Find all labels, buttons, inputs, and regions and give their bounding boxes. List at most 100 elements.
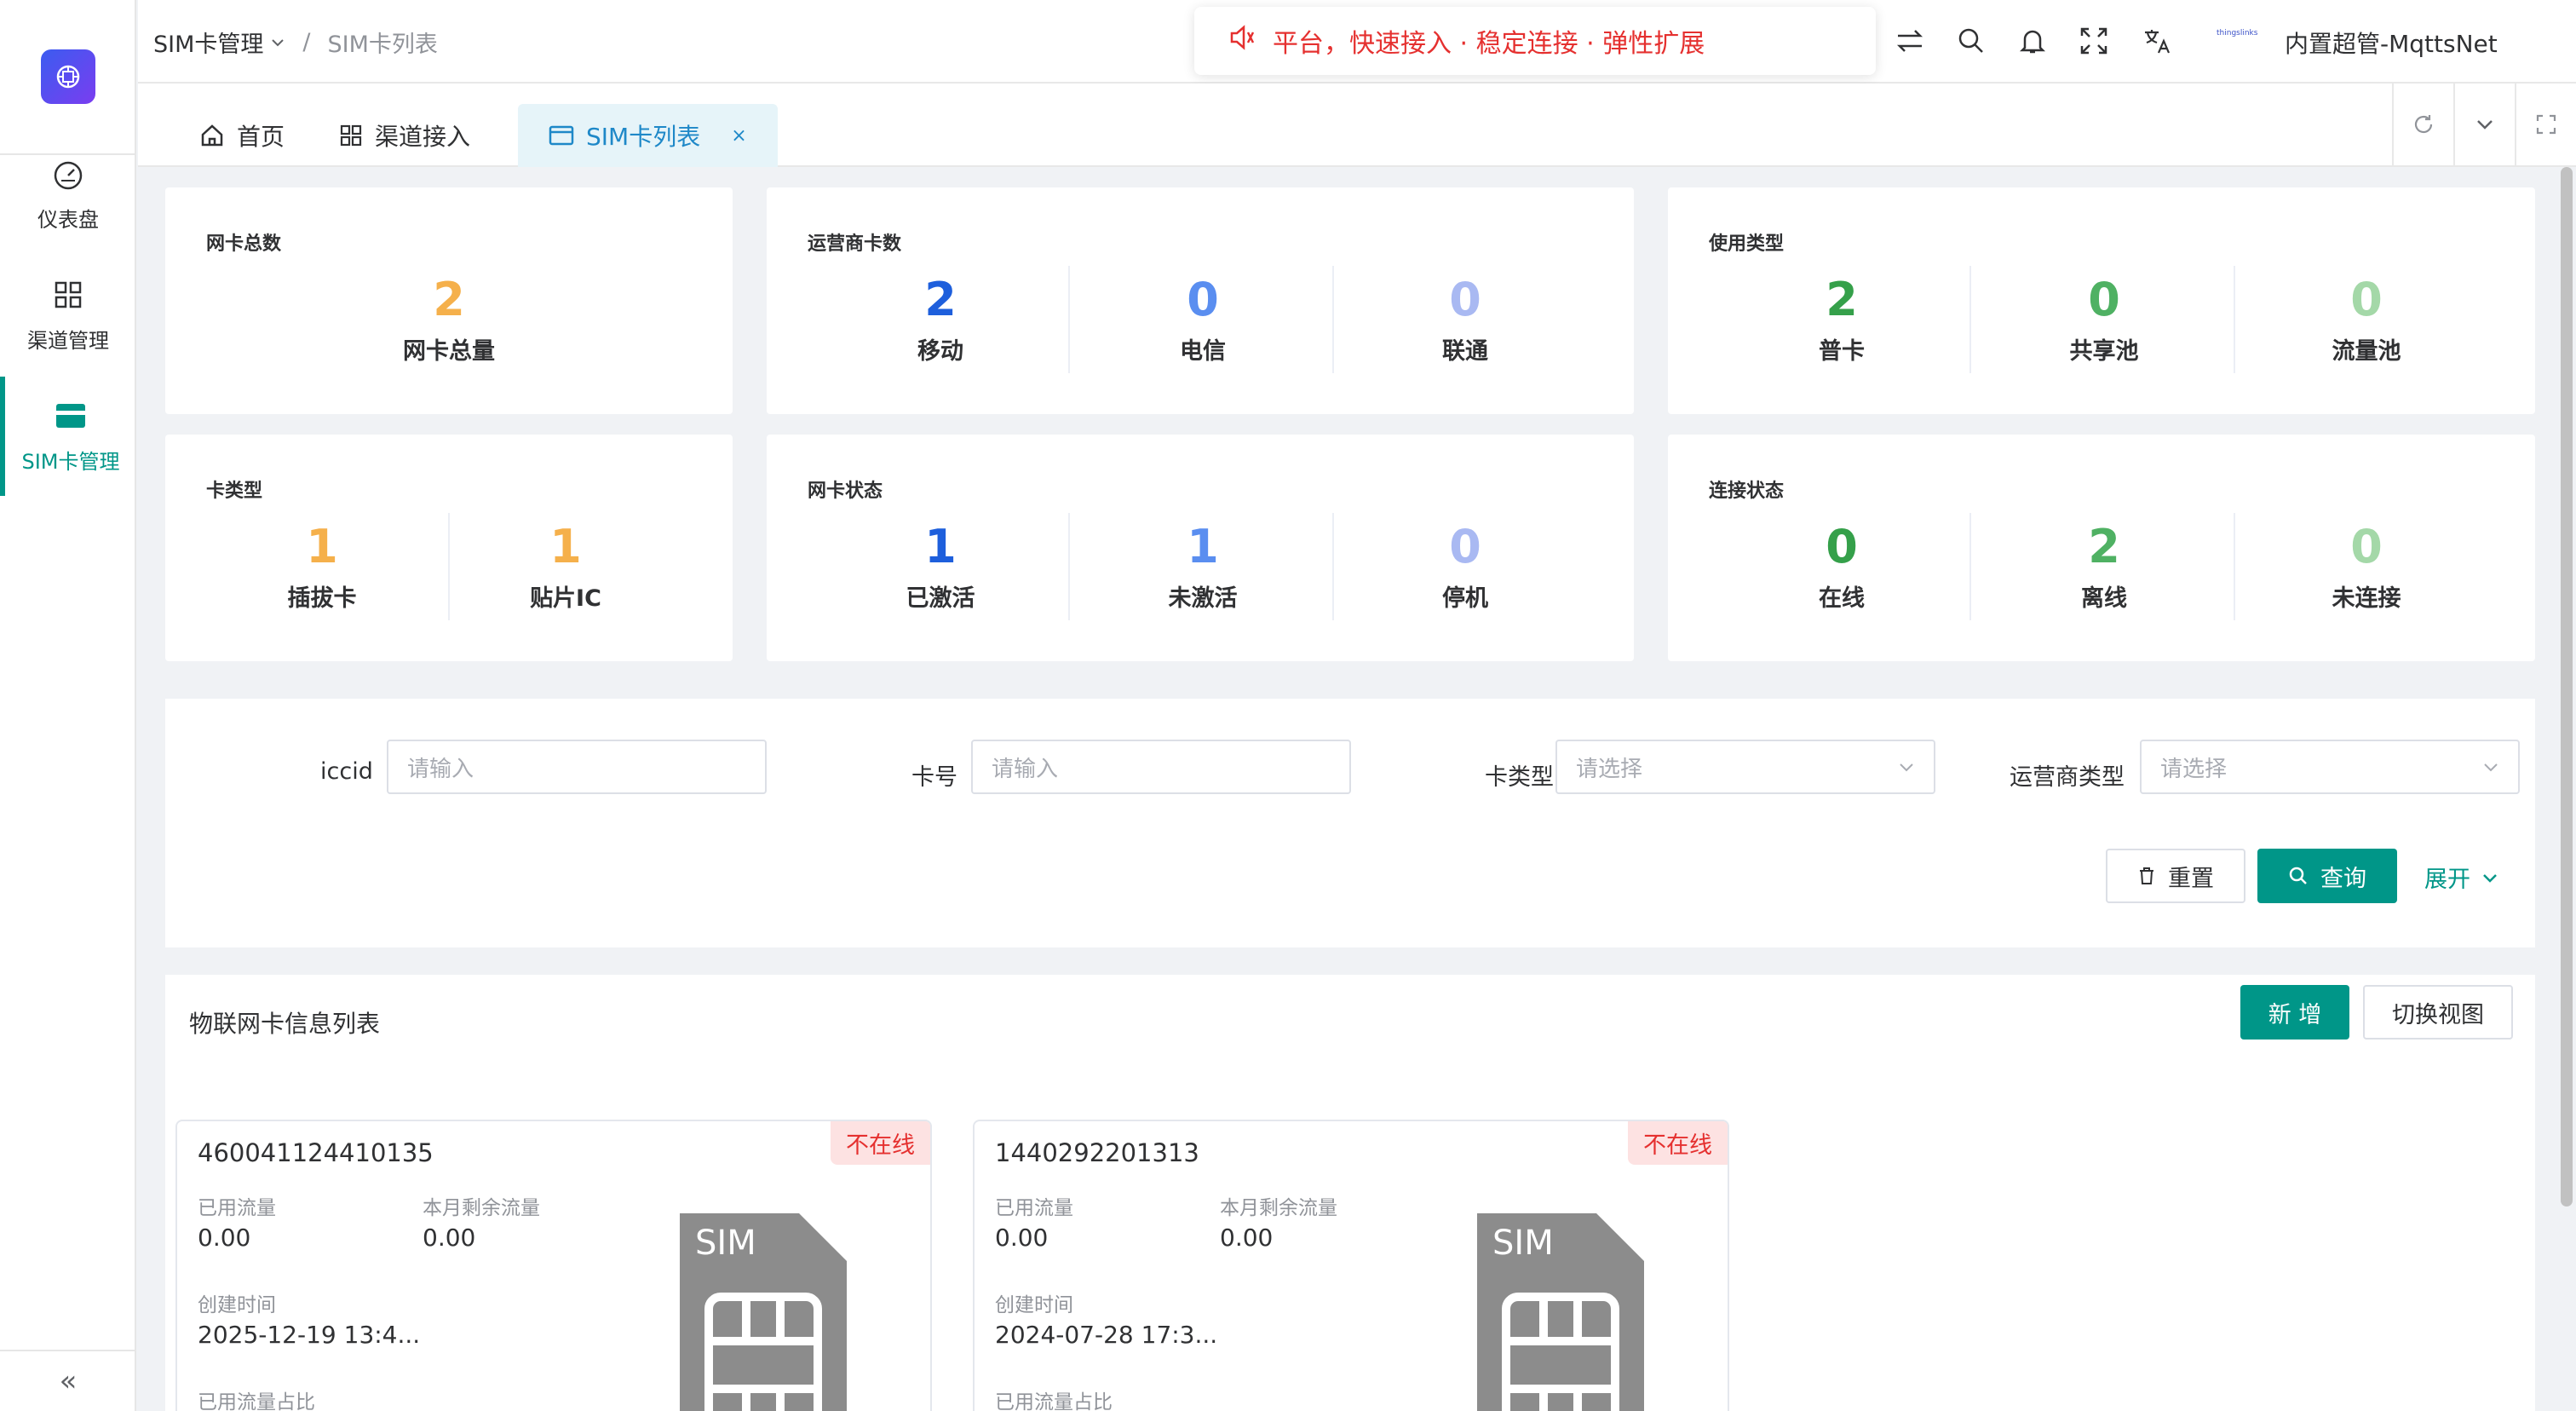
tab-label: 首页: [237, 123, 285, 151]
divider: [1332, 266, 1334, 373]
divider: [448, 513, 450, 620]
card-number-label: 卡号: [911, 764, 957, 791]
stat-item: 1 贴片IC: [477, 520, 654, 613]
chevron-down-icon: [2481, 868, 2499, 887]
card-icon: [549, 125, 574, 146]
sim-chip-icon: SIM: [680, 1213, 847, 1411]
stat-label: 普卡: [1819, 338, 1865, 365]
stat-label: 流量池: [2332, 338, 2401, 365]
status-badge: 不在线: [831, 1121, 930, 1165]
stat-value: 1: [1187, 520, 1219, 573]
tab-sim-list[interactable]: SIM卡列表 ×: [518, 104, 778, 167]
card-title: 卡类型: [206, 481, 263, 502]
expand-label: 展开: [2424, 867, 2470, 893]
stat-item: 0 在线: [1753, 520, 1930, 613]
query-label: 查询: [2320, 865, 2366, 892]
operator-type-label: 运营商类型: [2010, 764, 2125, 791]
divider: [1969, 266, 1971, 373]
sidebar-item-sim[interactable]: SIM卡管理: [0, 377, 136, 496]
sim-card[interactable]: 1440292201313 不在线 已用流量 0.00 本月剩余流量 0.00 …: [973, 1120, 1729, 1411]
stat-item: 2 普卡: [1753, 273, 1930, 366]
expand-button[interactable]: 展开: [2424, 861, 2499, 894]
user-name[interactable]: 内置超管-MqttsNet: [2285, 26, 2498, 60]
translate-icon[interactable]: [2140, 24, 2174, 58]
stat-item: 0 未连接: [2278, 520, 2455, 613]
stat-item: 1 插拔卡: [233, 520, 411, 613]
stat-item: 2 网卡总量: [165, 273, 733, 366]
stat-label: 电信: [1180, 338, 1226, 365]
home-icon: [199, 123, 225, 148]
refresh-icon[interactable]: [2392, 84, 2453, 165]
used-traffic-value: 0.00: [198, 1224, 251, 1252]
switch-view-button[interactable]: 切换视图: [2363, 985, 2513, 1040]
remain-traffic-value: 0.00: [423, 1224, 476, 1252]
operator-type-placeholder: 请选择: [2160, 756, 2228, 782]
iccid-input[interactable]: 请输入: [387, 740, 767, 794]
stat-item: 2 移动: [852, 273, 1029, 366]
stat-item: 0 停机: [1377, 520, 1554, 613]
status-badge: 不在线: [1628, 1121, 1728, 1165]
reset-button[interactable]: 重置: [2106, 849, 2245, 903]
stat-value: 1: [549, 520, 582, 573]
iccid-placeholder: 请输入: [407, 756, 474, 782]
stat-value: 0: [1826, 520, 1858, 573]
sidebar-item-dashboard[interactable]: 仪表盘: [0, 135, 136, 254]
grid-icon: [51, 278, 85, 312]
tab-channel[interactable]: 渠道接入: [339, 104, 470, 167]
speaker-icon: [1227, 22, 1257, 60]
sidebar-item-label: 仪表盘: [37, 207, 99, 232]
card-title: 连接状态: [1709, 481, 1785, 502]
close-icon[interactable]: ×: [731, 125, 746, 147]
sidebar-item-channel[interactable]: 渠道管理: [0, 256, 136, 375]
stat-label: 移动: [917, 338, 963, 365]
switch-icon[interactable]: [1893, 24, 1927, 58]
stat-value: 2: [924, 273, 957, 326]
query-button[interactable]: 查询: [2257, 849, 2397, 903]
sidebar-item-label: SIM卡管理: [21, 449, 120, 474]
app-logo[interactable]: [41, 49, 95, 104]
bell-icon[interactable]: [2015, 24, 2050, 58]
stat-value: 1: [924, 520, 957, 573]
stat-item: 0 共享池: [2015, 273, 2193, 366]
add-button[interactable]: 新 增: [2240, 985, 2349, 1040]
stat-card-status: 网卡状态 1 已激活 1 未激活 0 停机: [767, 435, 1634, 661]
user-avatar[interactable]: thingslinks: [2217, 29, 2259, 46]
created-time-label: 创建时间: [198, 1294, 276, 1316]
divider: [1332, 513, 1334, 620]
divider: [1068, 266, 1070, 373]
created-time-value: 2024-07-28 17:3...: [995, 1321, 1218, 1349]
stat-label: 联通: [1442, 338, 1488, 365]
card-type-label: 卡类型: [1485, 764, 1554, 791]
search-icon[interactable]: [1954, 24, 1988, 58]
stat-value: 2: [433, 273, 465, 326]
stat-value: 0: [1449, 520, 1481, 573]
fullscreen-icon[interactable]: [2077, 24, 2111, 58]
operator-type-select[interactable]: 请选择: [2140, 740, 2520, 794]
used-traffic-label: 已用流量: [995, 1197, 1073, 1219]
breadcrumb-item[interactable]: SIM卡管理: [153, 26, 263, 59]
sim-chip-icon: SIM: [1477, 1213, 1644, 1411]
divider: [2234, 513, 2235, 620]
sim-text: SIM: [1492, 1224, 1554, 1263]
stat-card-connect: 连接状态 0 在线 2 离线 0 未连接: [1668, 435, 2535, 661]
stat-label: 贴片IC: [530, 585, 601, 612]
remain-traffic-value: 0.00: [1220, 1224, 1274, 1252]
sim-card[interactable]: 460041124410135 不在线 已用流量 0.00 本月剩余流量 0.0…: [175, 1120, 932, 1411]
stat-value: 2: [1826, 273, 1858, 326]
chevron-down-icon[interactable]: [2453, 84, 2515, 165]
sidebar-collapse-button[interactable]: «: [0, 1350, 136, 1411]
stat-label: 停机: [1442, 585, 1488, 612]
chevron-down-icon: [270, 35, 285, 50]
divider: [1969, 513, 1971, 620]
stat-card-total: 网卡总数 2 网卡总量: [165, 187, 733, 414]
used-traffic-label: 已用流量: [198, 1197, 276, 1219]
page-scrollbar[interactable]: [2561, 167, 2573, 1207]
stat-item: 1 已激活: [852, 520, 1029, 613]
stat-label: 在线: [1819, 585, 1865, 612]
card-type-select[interactable]: 请选择: [1555, 740, 1935, 794]
tab-home[interactable]: 首页: [199, 104, 285, 167]
remain-traffic-label: 本月剩余流量: [423, 1197, 540, 1219]
card-number-input[interactable]: 请输入: [971, 740, 1351, 794]
maximize-icon[interactable]: [2515, 84, 2576, 165]
stat-label: 网卡总量: [403, 338, 495, 365]
